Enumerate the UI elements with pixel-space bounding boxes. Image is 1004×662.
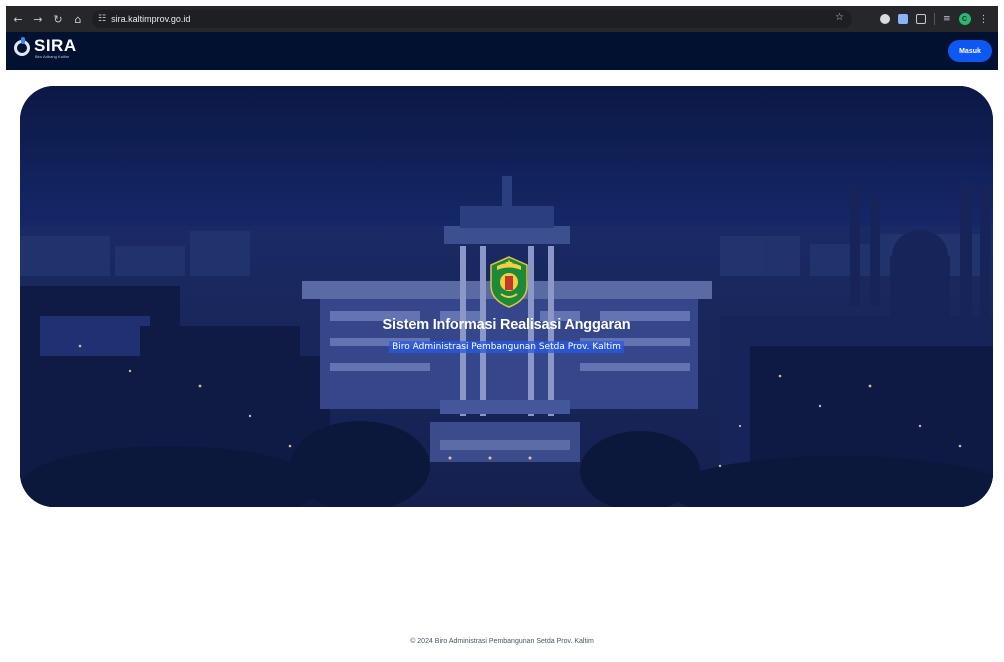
profile-avatar-icon[interactable]: C bbox=[958, 13, 971, 25]
extensions-area: ≡ C ⋮ bbox=[880, 10, 989, 28]
logo-name: SIRA bbox=[34, 36, 77, 55]
extension-dot-icon[interactable] bbox=[880, 14, 890, 24]
home-icon[interactable]: ⌂ bbox=[68, 9, 88, 29]
address-bar[interactable]: ☷ sira.kaltimprov.go.id ☆ bbox=[92, 10, 852, 28]
hero-title: Sistem Informasi Realisasi Anggaran bbox=[382, 317, 631, 333]
browser-window: ← → ↻ ⌂ ☷ sira.kaltimprov.go.id ☆ ≡ C ⋮ … bbox=[6, 6, 998, 662]
reading-mode-icon[interactable]: ≡ bbox=[943, 14, 951, 24]
app-header: SIRA Biro Adbang Kaltim Masuk bbox=[6, 32, 998, 70]
browser-menu-icon[interactable]: ⋮ bbox=[979, 14, 989, 25]
provincial-emblem-icon bbox=[490, 256, 528, 308]
site-settings-icon[interactable]: ☷ bbox=[98, 14, 106, 24]
logo-subtitle: Biro Adbang Kaltim bbox=[35, 54, 70, 59]
reload-icon[interactable]: ↻ bbox=[48, 9, 68, 29]
url-text[interactable]: sira.kaltimprov.go.id bbox=[111, 14, 190, 24]
extensions-puzzle-icon[interactable] bbox=[916, 14, 926, 24]
footer-copyright: © 2024 Biro Administrasi Pembangunan Set… bbox=[410, 638, 594, 645]
login-button[interactable]: Masuk bbox=[948, 40, 992, 62]
bookmark-star-icon[interactable]: ☆ bbox=[835, 12, 844, 23]
hero-banner: Sistem Informasi Realisasi Anggaran Biro… bbox=[20, 86, 993, 507]
browser-toolbar: ← → ↻ ⌂ ☷ sira.kaltimprov.go.id ☆ ≡ C ⋮ bbox=[6, 6, 998, 32]
forward-icon[interactable]: → bbox=[28, 9, 48, 29]
toolbar-divider bbox=[934, 13, 935, 25]
extension-square-icon[interactable] bbox=[898, 14, 908, 24]
sira-logo-icon bbox=[14, 37, 30, 56]
hero-subtitle: Biro Administrasi Pembangunan Setda Prov… bbox=[389, 341, 624, 353]
back-icon[interactable]: ← bbox=[8, 9, 28, 29]
sira-logo[interactable]: SIRA Biro Adbang Kaltim bbox=[14, 36, 77, 64]
